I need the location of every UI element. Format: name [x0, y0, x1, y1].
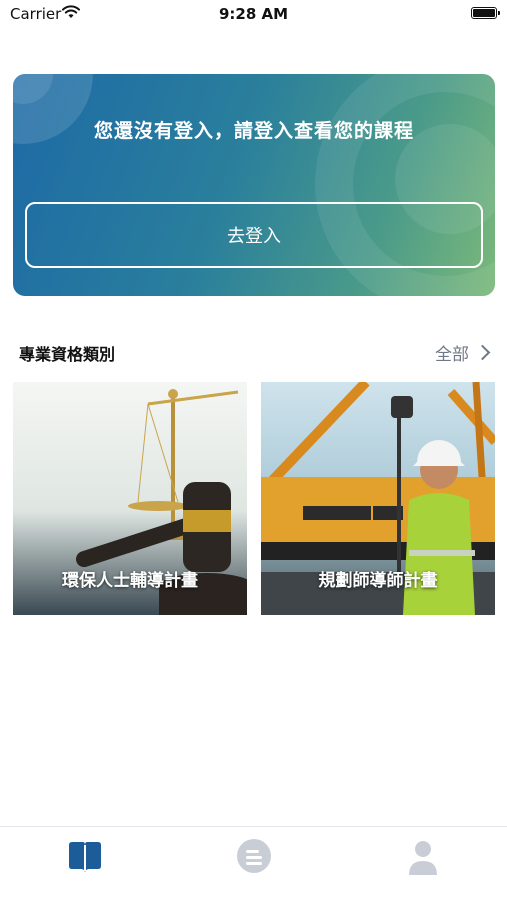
- section-title: 專業資格類別: [19, 345, 116, 364]
- book-icon[interactable]: [65, 837, 105, 877]
- status-time: 9:28 AM: [218, 5, 289, 23]
- chat-icon[interactable]: [234, 837, 274, 877]
- category-card[interactable]: 環保人士輔導計畫: [13, 382, 247, 615]
- card-title: 環保人士輔導計畫: [62, 571, 198, 591]
- card-title: 規劃師導師計畫: [318, 571, 438, 591]
- category-card[interactable]: 規劃師導師計畫: [261, 382, 495, 615]
- battery-icon: [471, 7, 500, 19]
- login-banner: 您還沒有登入，請登入查看您的課程 去登入: [13, 74, 495, 296]
- chevron-right-icon: [474, 344, 491, 361]
- view-all-label: 全部: [435, 345, 469, 365]
- profile-icon[interactable]: [403, 837, 443, 877]
- bottom-tab-bar: [0, 826, 507, 901]
- view-all-link[interactable]: 全部: [435, 340, 491, 365]
- status-bar: Carrier 9:28 AM: [0, 0, 507, 28]
- login-prompt-message: 您還沒有登入，請登入查看您的課程: [93, 120, 414, 142]
- login-button[interactable]: 去登入: [25, 202, 483, 268]
